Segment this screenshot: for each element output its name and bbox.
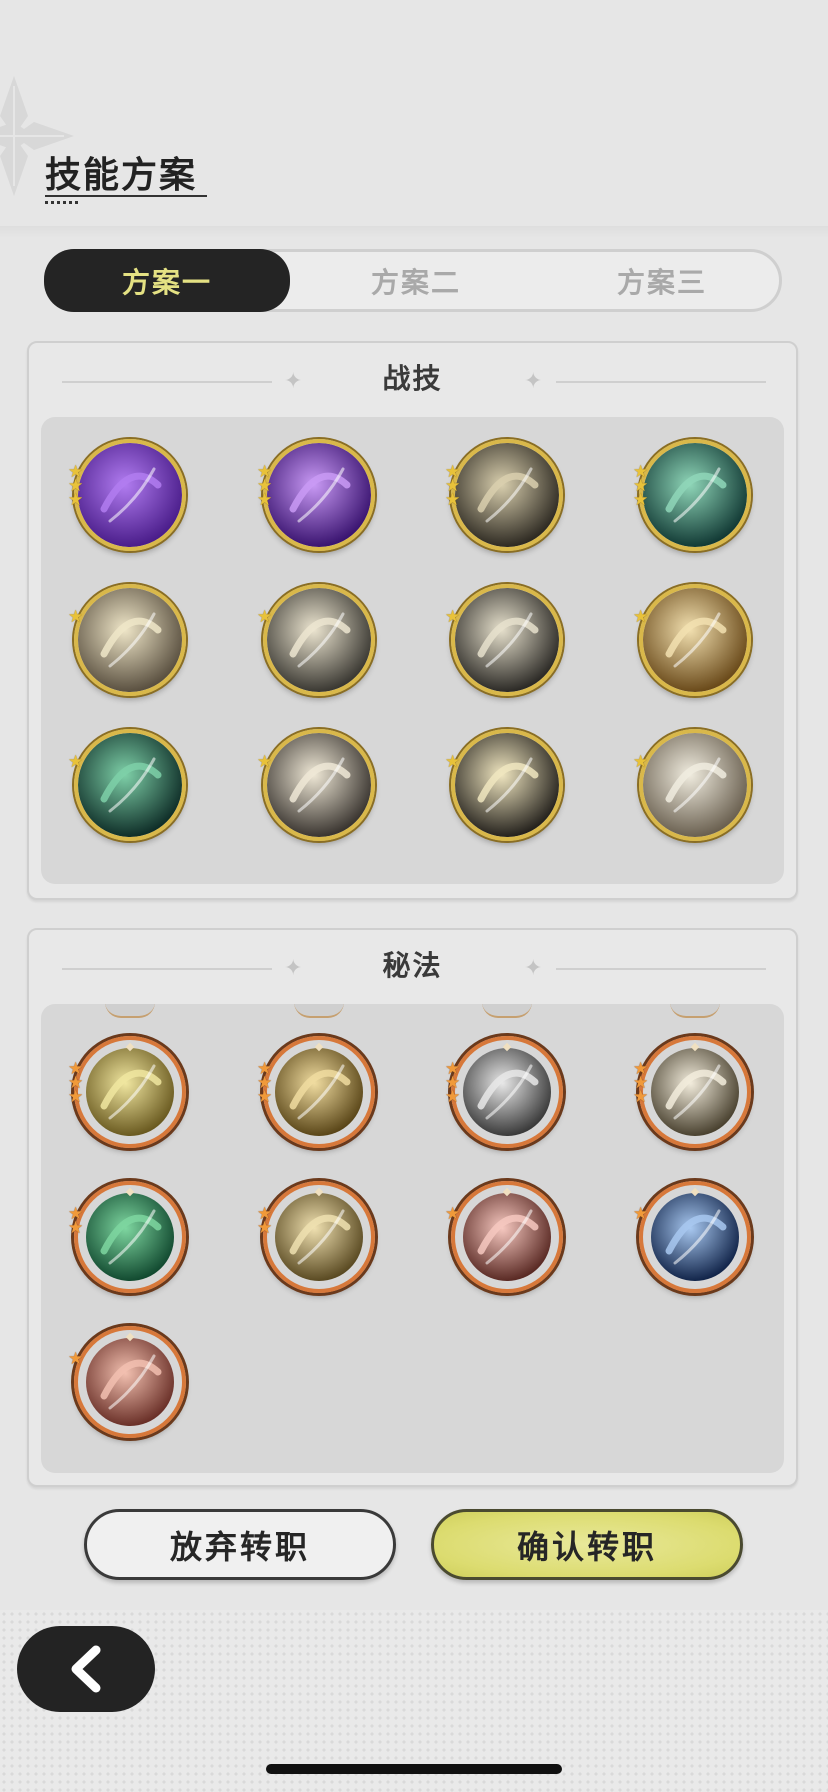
panel-header: ✦ 秘法 ✦ [29,930,796,1006]
star-rating: ★ ★ ★ [68,1059,84,1107]
skill-ring [639,729,751,841]
purple-comet-skill[interactable]: ★ ★ ★ [257,439,375,551]
skill-ring [263,584,375,696]
skill-ring [74,584,186,696]
star-rating: ★ [445,1204,461,1224]
golden-guardian-skill[interactable]: ★ ★ [257,1181,375,1293]
star-rating: ★ [257,752,273,772]
skill-ring [74,1326,186,1438]
skill-ring [639,1181,751,1293]
golden-swirl-skill[interactable]: ★ ★ ★ [257,1036,375,1148]
light-burst-skill[interactable]: ★ [257,729,375,841]
tab-plan-one[interactable]: 方案一 [44,249,290,312]
combat-skill-grid: ★ ★ ★ ★ ★ ★ ★ ★ ★ ★ ★ ★ ★ ★ ★ ★ ★ ★ ★ ★ [41,417,784,884]
leaf-crescent-skill[interactable]: ★ ★ ★ [633,1036,751,1148]
star-rating: ★ ★ ★ [257,1059,273,1107]
chevron-left-icon [71,1645,101,1693]
panel-header: ✦ 战技 ✦ [29,343,796,419]
scroll-hint-bump [105,1004,155,1018]
skill-ring [639,1036,751,1148]
skill-ring [451,439,563,551]
star-rating: ★ [445,752,461,772]
home-indicator [266,1764,562,1774]
skill-ring [263,1036,375,1148]
green-crescent-skill[interactable]: ★ [68,729,186,841]
divider-line [556,968,766,970]
star-rating: ★ [257,607,273,627]
star-rating: ★ [445,607,461,627]
tab-plan-three[interactable]: 方案三 [539,252,785,309]
shield-guardian-skill[interactable]: ★ ★ ★ [445,1036,563,1148]
back-button[interactable] [17,1626,155,1712]
golden-sword-slash-skill[interactable]: ★ ★ ★ [445,439,563,551]
star-rating: ★ [68,752,84,772]
skill-ring [639,584,751,696]
scroll-hint-bump [482,1004,532,1018]
divider-line [556,381,766,383]
star-rating: ★ [633,752,649,772]
skill-ring [74,729,186,841]
confirm-job-change-button[interactable]: 确认转职 [431,1509,743,1580]
star-rating: ★ ★ ★ [633,1059,649,1107]
pink-slash-skill[interactable]: ★ [445,1181,563,1293]
star-rating: ★ ★ ★ [633,462,649,510]
green-web-skill[interactable]: ★ ★ ★ [633,439,751,551]
purple-heart-skill[interactable]: ★ ★ ★ [68,439,186,551]
title-underline-accent [201,195,207,197]
skill-ring [74,439,186,551]
whirlwind-skill[interactable]: ★ [445,584,563,696]
lightning-slash-skill[interactable]: ★ [445,729,563,841]
skill-ring [74,1036,186,1148]
title-dots [45,201,81,204]
arcane-skill-grid: ★ ★ ★ ★ ★ ★ ★ ★ ★ ★ ★ ★ ★ ★ ★ ★ ★ ★ ★ [41,1004,784,1473]
star-rating: ★ [68,607,84,627]
abandon-job-change-button[interactable]: 放弃转职 [84,1509,396,1580]
beast-charge-skill[interactable]: ★ [633,729,751,841]
radiant-figure-skill[interactable]: ★ ★ ★ [68,1036,186,1148]
title-underline [45,195,203,197]
pink-flower-skill[interactable]: ★ [68,1326,186,1438]
skill-ring [263,729,375,841]
plan-tab-bar: 方案一 方案二 方案三 [44,249,782,312]
skill-ring [451,1181,563,1293]
combat-panel-title: 战技 [382,362,443,395]
sparkle-icon: ✦ [524,369,543,394]
star-rating: ★ [68,1349,84,1369]
skill-ring [263,1181,375,1293]
combat-skills-panel: ✦ 战技 ✦ ★ ★ ★ ★ ★ ★ ★ ★ ★ ★ ★ ★ ★ ★ ★ ★ ★… [27,341,798,900]
arcane-skills-panel: ✦ 秘法 ✦ ★ ★ ★ ★ ★ ★ ★ ★ ★ ★ ★ ★ ★ ★ ★ ★ ★… [27,928,798,1487]
scroll-hint-bump [670,1004,720,1018]
header-divider [0,226,828,238]
skill-ring [74,1181,186,1293]
arcane-panel-title: 秘法 [382,949,443,982]
light-shield-strike-skill[interactable]: ★ [68,584,186,696]
scroll-hint-bump [294,1004,344,1018]
skill-ring [451,584,563,696]
star-rating: ★ ★ ★ [257,462,273,510]
wind-slash-skill[interactable]: ★ [257,584,375,696]
star-rating: ★ [633,607,649,627]
skill-ring [451,729,563,841]
page-title: 技能方案 [45,155,198,196]
star-rating: ★ ★ [68,1204,84,1238]
star-rating: ★ ★ ★ [445,462,461,510]
star-rating: ★ [633,1204,649,1224]
blue-crystal-skill[interactable]: ★ [633,1181,751,1293]
tab-plan-two[interactable]: 方案二 [293,252,539,309]
golden-vortex-skill[interactable]: ★ [633,584,751,696]
star-rating: ★ ★ [257,1204,273,1238]
green-leaf-skill[interactable]: ★ ★ [68,1181,186,1293]
skill-ring [263,439,375,551]
star-rating: ★ ★ ★ [68,462,84,510]
star-rating: ★ ★ ★ [445,1059,461,1107]
skill-ring [639,439,751,551]
skill-ring [451,1036,563,1148]
sparkle-icon: ✦ [524,956,543,981]
